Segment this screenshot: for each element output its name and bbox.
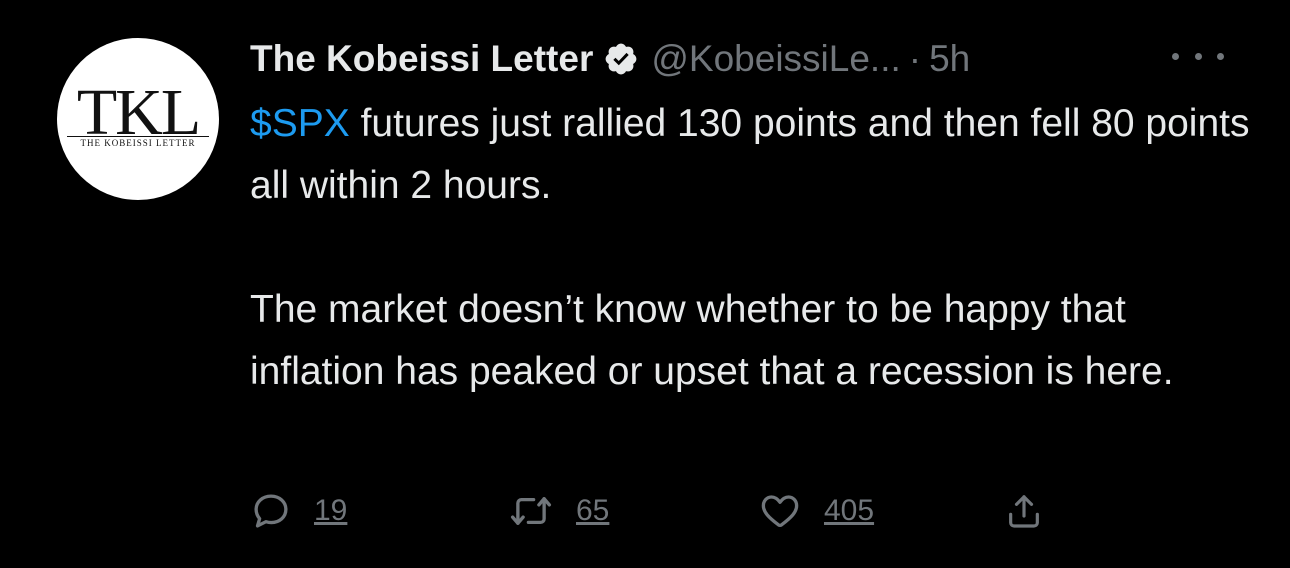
- tweet-paragraph-1-text: futures just rallied 130 points and then…: [250, 102, 1250, 207]
- tweet-actions: 19 65 405: [250, 486, 1070, 536]
- tweet[interactable]: TKL THE KOBEISSI LETTER The Kobeissi Let…: [0, 0, 1290, 568]
- reply-button[interactable]: 19: [250, 486, 347, 536]
- more-dot: [1172, 52, 1179, 60]
- separator-dot: ·: [908, 38, 922, 79]
- like-button[interactable]: 405: [758, 486, 874, 536]
- cashtag-link[interactable]: $SPX: [250, 102, 350, 145]
- verified-badge-icon: [603, 41, 639, 77]
- avatar[interactable]: TKL THE KOBEISSI LETTER: [57, 38, 219, 200]
- share-button[interactable]: [1004, 486, 1044, 536]
- more-dot: [1194, 52, 1202, 60]
- author-handle[interactable]: @KobeissiLe...: [651, 38, 900, 80]
- tweet-paragraph-1: $SPX futures just rallied 130 points and…: [250, 93, 1260, 217]
- reply-icon: [250, 490, 292, 532]
- retweet-count: 65: [576, 494, 610, 527]
- heart-icon: [758, 490, 802, 532]
- more-dot: [1217, 52, 1224, 60]
- tweet-text: $SPX futures just rallied 130 points and…: [250, 93, 1260, 403]
- retweet-button[interactable]: 65: [508, 486, 609, 536]
- more-options-icon[interactable]: [1172, 44, 1224, 68]
- author-name[interactable]: The Kobeissi Letter: [250, 38, 593, 80]
- tweet-header: The Kobeissi Letter @KobeissiLe... · 5h: [250, 32, 970, 86]
- avatar-logo-subtitle: THE KOBEISSI LETTER: [80, 138, 196, 148]
- tweet-timestamp[interactable]: 5h: [929, 38, 970, 80]
- like-count: 405: [824, 494, 875, 527]
- avatar-logo-rule: [67, 136, 209, 137]
- retweet-icon: [508, 490, 554, 532]
- reply-count: 19: [314, 494, 348, 527]
- tweet-paragraph-2: The market doesn’t know whether to be ha…: [250, 288, 1174, 393]
- share-icon: [1004, 489, 1044, 533]
